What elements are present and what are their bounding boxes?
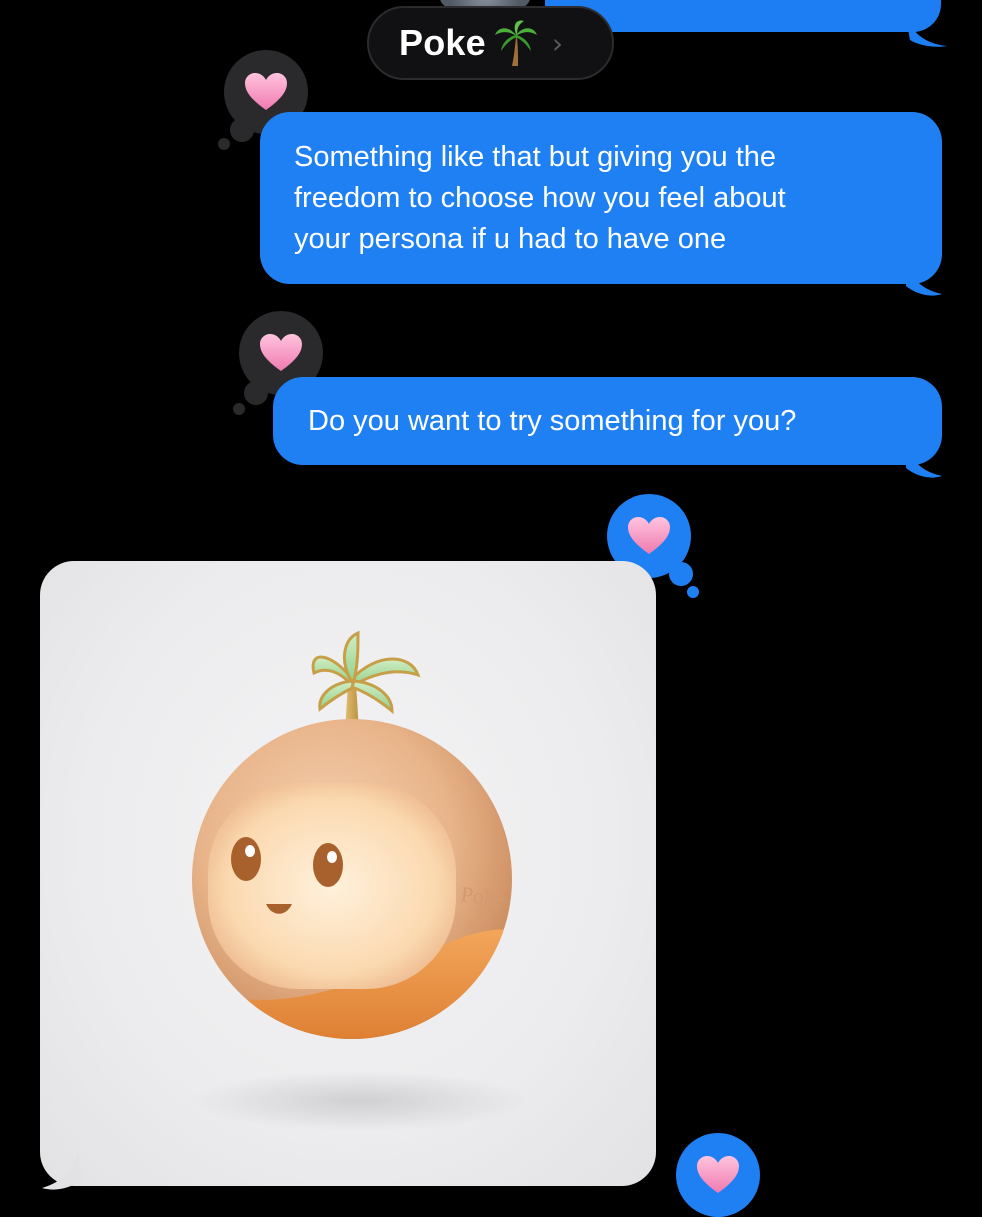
palm-tree-icon	[494, 20, 537, 66]
contact-name: Poke	[399, 22, 486, 63]
bubble-tail	[905, 12, 947, 47]
image-message[interactable]: Poke	[40, 561, 656, 1186]
heart-icon	[628, 517, 670, 554]
chevron-right-icon: ›	[551, 26, 564, 60]
heart-reaction-badge[interactable]	[676, 1133, 760, 1217]
message-line: freedom to choose how you feel about	[294, 182, 786, 214]
message-line: your persona if u had to have one	[294, 223, 727, 255]
message-text: Do you want to try something for you?	[308, 405, 797, 437]
bubble-tail	[906, 260, 942, 296]
heart-icon	[697, 1156, 739, 1193]
outgoing-message-bubble[interactable]: Something like that but giving you the f…	[260, 112, 942, 284]
mascot-image: Poke	[190, 630, 530, 1131]
heart-icon	[260, 334, 302, 371]
bubble-tail	[906, 442, 942, 478]
outgoing-message-bubble[interactable]: Do you want to try something for you?	[273, 377, 942, 465]
bubble-tail	[42, 1150, 82, 1190]
message-line: Something like that but giving you the	[294, 141, 777, 173]
contact-header-pill[interactable]: Poke ›	[367, 6, 614, 80]
heart-icon	[245, 73, 287, 110]
